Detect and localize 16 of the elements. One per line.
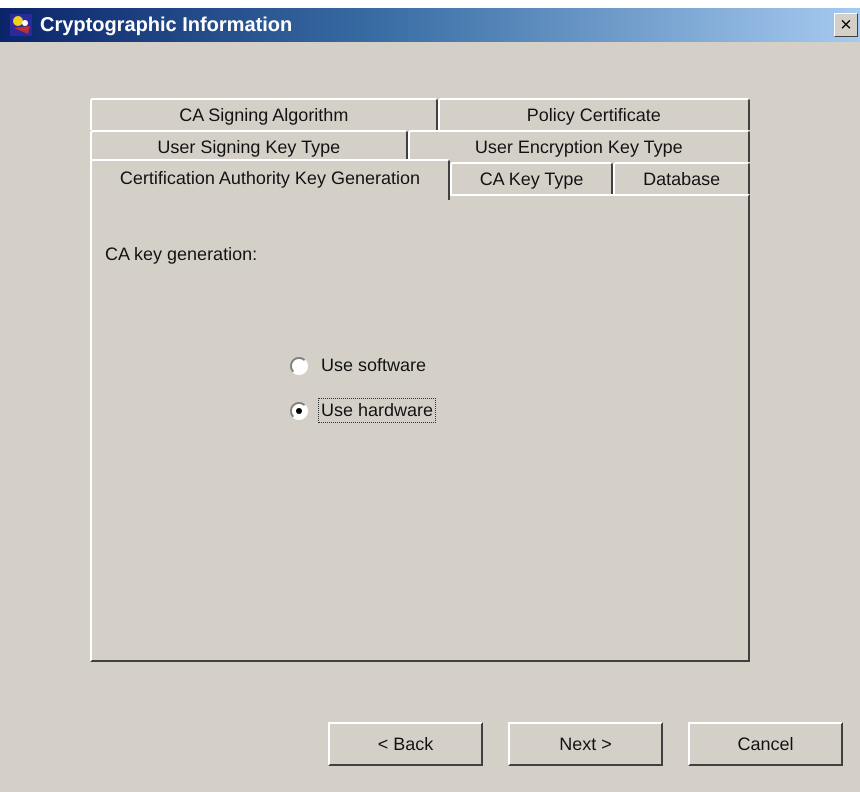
tab[interactable]: CA Signing Algorithm: [90, 98, 438, 130]
dialog-button[interactable]: < Back: [328, 722, 483, 766]
certificate-icon: [10, 14, 32, 36]
tab[interactable]: CA Key Type: [450, 162, 614, 194]
radio-label[interactable]: Use software: [318, 353, 430, 378]
tab[interactable]: Policy Certificate: [438, 98, 750, 130]
section-label: CA key generation:: [105, 244, 258, 265]
window-title: Cryptographic Information: [40, 14, 294, 36]
tab[interactable]: Certification Authority Key Generation: [90, 159, 450, 200]
dialog-button[interactable]: Cancel: [688, 722, 843, 766]
radio-button[interactable]: [290, 402, 308, 420]
radio-button[interactable]: [290, 356, 308, 374]
dialog-button[interactable]: Next >: [508, 722, 663, 766]
radio-label[interactable]: Use hardware: [318, 398, 436, 423]
tab[interactable]: Database: [613, 162, 750, 194]
close-button[interactable]: ×: [834, 13, 858, 37]
